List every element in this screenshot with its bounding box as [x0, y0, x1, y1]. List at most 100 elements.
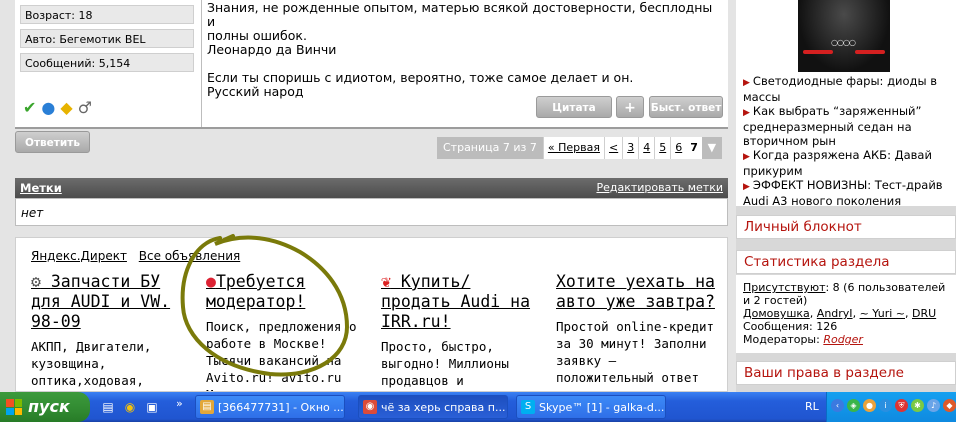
user-link[interactable]: AndryI	[817, 307, 853, 320]
pagination-page[interactable]: 3	[622, 137, 639, 159]
task-chrome[interactable]: ◉ чё за херь справа п...	[358, 395, 508, 419]
multiquote-button[interactable]: +	[616, 96, 644, 118]
section-rights-title: Ваши права в разделе	[736, 361, 956, 385]
start-button[interactable]: пуск	[0, 392, 90, 422]
quick-launch: ▤ ◉ ▣	[100, 399, 160, 415]
pagination: Страница 7 из 7 « Первая < 3 4 5 6 7 ▼	[437, 137, 722, 159]
all-ads-link[interactable]: Все объявления	[139, 249, 240, 263]
pagination-prev[interactable]: <	[603, 137, 623, 159]
post-divider	[15, 127, 728, 129]
task-qip[interactable]: ▤ [366477731] - Окно ...	[195, 395, 345, 419]
audi-rings-icon: ○○○○	[831, 38, 856, 47]
arrow-right-icon: ▶	[743, 108, 750, 118]
network-icon[interactable]: ◈	[847, 399, 860, 412]
chrome-icon[interactable]: ◉	[122, 399, 138, 415]
arrow-left-icon[interactable]: ‹	[831, 399, 844, 412]
language-indicator[interactable]: RL	[805, 400, 819, 413]
quick-reply-button[interactable]: Быст. ответ	[649, 96, 723, 118]
ad-description: Простой online-кредит за 30 минут! Запол…	[556, 319, 715, 385]
author-status-icons: ✔ ● ◆ ♂	[23, 96, 92, 120]
ad-description: Поиск, предложения о работе в Москве! Ты…	[206, 319, 357, 391]
section-stats-title: Статистика раздела	[736, 250, 956, 274]
ad-description: Просто, быстро, выгодно! Миллионы продав…	[381, 339, 509, 391]
chevron-right-icon[interactable]: »	[176, 397, 183, 410]
arrow-right-icon: ▶	[743, 152, 750, 162]
ad-title[interactable]: ❦ Купить/ продать Audi на IRR.ru!	[381, 272, 531, 332]
system-tray: RL ‹ ◈ ● i ⛨ ✱ ♪ ◆	[805, 392, 956, 422]
moderator-link[interactable]: Rodger	[823, 333, 863, 346]
forum-content: Возраст: 18 Авто: Бегемотик BEL Сообщени…	[0, 0, 736, 392]
irr-icon: ❦	[381, 272, 391, 291]
pagination-label: Страница 7 из 7	[437, 137, 543, 159]
post-author-panel: Возраст: 18 Авто: Бегемотик BEL Сообщени…	[15, 0, 202, 127]
pagination-page[interactable]: 6	[670, 137, 687, 159]
user-link[interactable]: ~ Yuri ~	[860, 307, 905, 320]
quote-button[interactable]: Цитата	[536, 96, 612, 118]
ads-header: Яндекс.Директ Все объявления	[31, 249, 248, 263]
tags-header: Метки Редактировать метки	[15, 178, 728, 198]
ad-item[interactable]: ●Требуется модератор! Поиск, предложения…	[206, 272, 358, 391]
online-check-icon: ✔	[23, 98, 37, 117]
author-car: Авто: Бегемотик BEL	[20, 29, 194, 48]
user-link[interactable]: DRU	[912, 307, 936, 320]
post-line: Русский народ	[207, 84, 304, 99]
skype-icon: S	[521, 400, 535, 414]
user-link[interactable]: Домовушка	[743, 307, 810, 320]
edit-tags-link[interactable]: Редактировать метки	[596, 178, 723, 198]
ad-description: АКПП, Двигатели, кузовщина, оптика,ходов…	[31, 339, 159, 391]
news-car-image[interactable]: ○○○○	[798, 0, 890, 72]
settings-icon[interactable]: ✱	[911, 399, 924, 412]
news-item[interactable]: ▶ Как выбрать “заряженный” среднеразмерны…	[743, 104, 956, 148]
shield-icon[interactable]: ⛨	[895, 399, 908, 412]
post-content: Знания, не рожденные опытом, матерью вся…	[202, 0, 728, 127]
ad-item[interactable]: ⚙ Запчасти БУ для AUDI и VW. 98-09 АКПП,…	[31, 272, 191, 391]
tray-icons: ‹ ◈ ● i ⛨ ✱ ♪ ◆	[831, 399, 956, 412]
chevron-down-icon[interactable]: ▼	[701, 137, 722, 159]
chrome-icon: ◉	[363, 400, 377, 414]
pagination-page[interactable]: 5	[654, 137, 671, 159]
document-icon[interactable]: ▣	[144, 399, 160, 415]
warning-icon[interactable]: ◆	[60, 98, 72, 118]
reply-button[interactable]: Ответить	[15, 131, 90, 153]
news-box: ○○○○ ▶ Светодиодные фары: диоды в массы ▶…	[736, 0, 956, 208]
desktop-icon[interactable]: ▤	[100, 399, 116, 415]
windows-logo-icon	[6, 399, 22, 415]
pagination-first[interactable]: « Первая	[542, 137, 604, 159]
car-part-icon: ⚙	[31, 272, 41, 291]
security-icon[interactable]: ◆	[943, 399, 956, 412]
info-icon[interactable]: i	[879, 399, 892, 412]
news-list: ▶ Светодиодные фары: диоды в массы ▶ Как в…	[743, 74, 956, 208]
tags-value: нет	[15, 198, 728, 226]
task-skype[interactable]: S Skype™ [1] - galka-d...	[516, 395, 666, 419]
male-gender-icon: ♂	[77, 98, 93, 117]
ads-block: Яндекс.Директ Все объявления ⚙ Запчасти …	[15, 237, 728, 392]
tags-title[interactable]: Метки	[20, 178, 62, 198]
arrow-right-icon: ▶	[743, 182, 750, 192]
volume-icon[interactable]: ♪	[927, 399, 940, 412]
post-line: полны ошибок.	[207, 28, 307, 43]
ad-item[interactable]: ❦ Купить/ продать Audi на IRR.ru! Просто…	[381, 272, 531, 391]
news-item[interactable]: ▶ Светодиодные фары: диоды в массы	[743, 74, 956, 104]
message-bubble-icon[interactable]: ●	[41, 98, 55, 118]
section-stats: Присутствуют: 8 (6 пользователей и 2 гос…	[736, 275, 956, 353]
ad-title[interactable]: Хотите уехать на авто уже завтра?	[556, 272, 721, 312]
qip-tray-icon[interactable]: ●	[863, 399, 876, 412]
ad-title[interactable]: ●Требуется модератор!	[206, 272, 358, 312]
pagination-page[interactable]: 4	[638, 137, 655, 159]
avito-icon: ●	[206, 272, 216, 291]
post-text: Знания, не рожденные опытом, матерью вся…	[207, 1, 723, 99]
personal-notebook-title[interactable]: Личный блокнот	[736, 215, 956, 239]
windows-taskbar: пуск ▤ ◉ ▣ » ▤ [366477731] - Окно ... ◉ …	[0, 392, 956, 422]
section-messages: Сообщения: 126	[743, 320, 838, 333]
ad-title[interactable]: ⚙ Запчасти БУ для AUDI и VW. 98-09	[31, 272, 191, 332]
author-age: Возраст: 18	[20, 5, 194, 24]
present-users: Домовушка, AndryI, ~ Yuri ~, DRU	[743, 307, 937, 320]
qip-icon: ▤	[200, 400, 214, 414]
arrow-right-icon: ▶	[743, 78, 750, 88]
present-line: Присутствуют: 8 (6 пользователей и 2 гос…	[743, 281, 946, 307]
news-item[interactable]: ▶ ЭФФЕКТ НОВИЗНЫ: Тест-драйв Audi A3 ново…	[743, 178, 956, 208]
news-item[interactable]: ▶ Когда разряжена АКБ: Давай прикурим	[743, 148, 956, 178]
ad-item[interactable]: Хотите уехать на авто уже завтра? Просто…	[556, 272, 721, 386]
yandex-direct-link[interactable]: Яндекс.Директ	[31, 249, 127, 263]
post-line: Если ты споришь с идиотом, вероятно, тож…	[207, 70, 634, 85]
